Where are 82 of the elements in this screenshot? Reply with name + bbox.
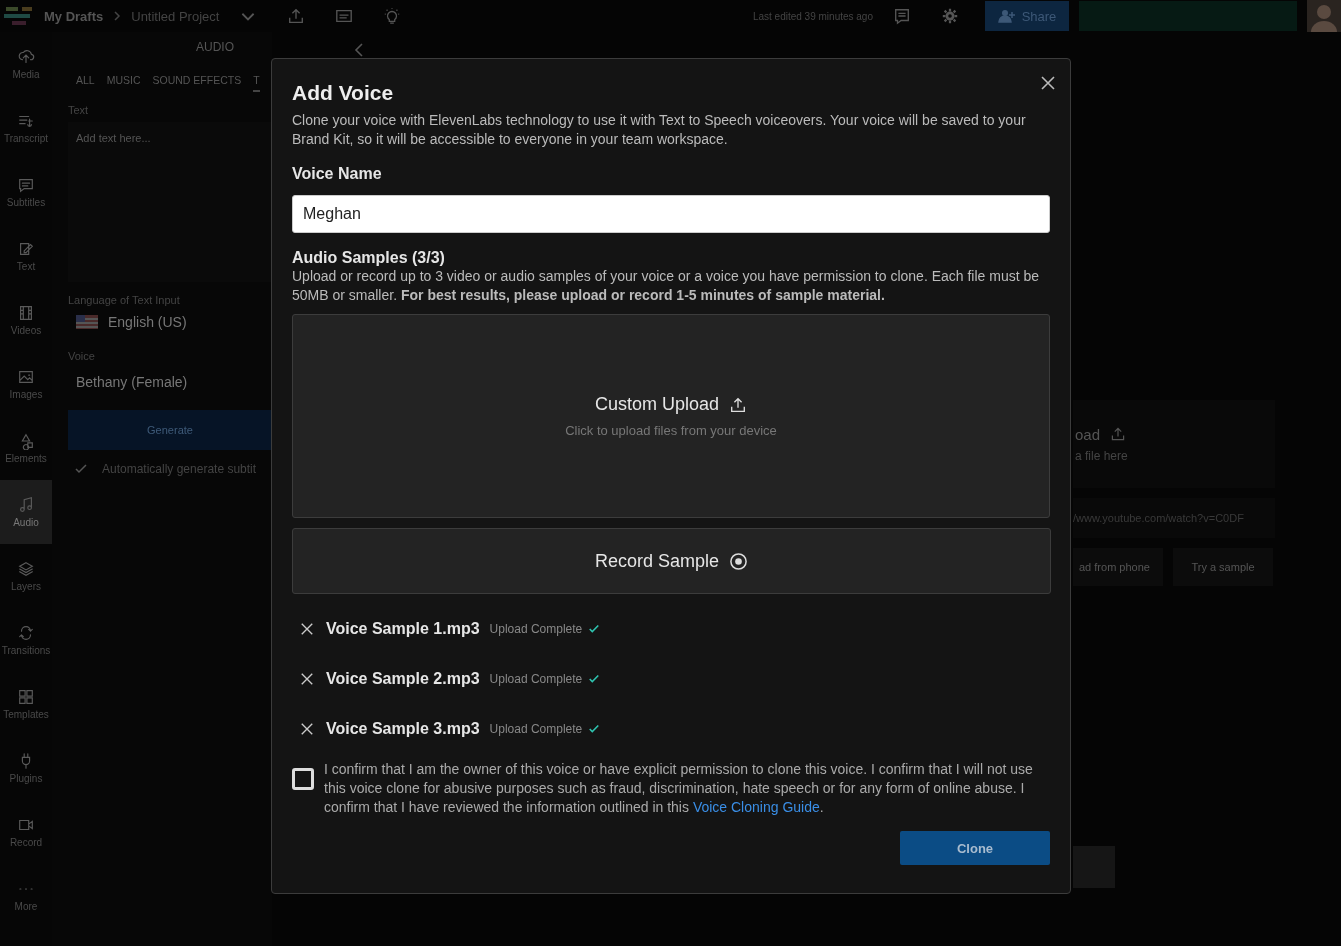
remove-icon[interactable] — [300, 672, 314, 686]
comments-icon[interactable] — [893, 7, 911, 25]
samples-description: Upload or record up to 3 video or audio samples of your voice or a voice you have permission to clone. Each file must be 50MB or smaller. For best results, please upload or record 1-5 minutes of sample material. — [292, 267, 1041, 305]
close-icon[interactable] — [1040, 75, 1056, 91]
section-label: Audio Samples (3/3) — [292, 249, 446, 267]
film-icon — [17, 304, 35, 322]
sidebar-item[interactable]: Elements — [0, 416, 52, 480]
remove-icon[interactable] — [300, 722, 314, 736]
canvas-button[interactable]: ad from phone — [1073, 548, 1163, 586]
voice-select[interactable]: Bethany (Female) — [68, 362, 272, 398]
upload-status: Upload Complete — [489, 722, 583, 736]
sidebar-item[interactable]: Media — [0, 32, 52, 96]
flag-icon — [76, 315, 98, 329]
upload-hint: a file here — [1075, 448, 1129, 463]
chevron-left-icon[interactable] — [354, 42, 364, 58]
layers-icon — [17, 560, 35, 578]
field-label: Voice — [68, 350, 96, 362]
upload-status: Upload Complete — [489, 672, 583, 686]
dialog-title: Add Voice — [292, 81, 395, 105]
tab[interactable]: MUSIC — [106, 74, 141, 92]
dialog-description: Clone your voice with ElevenLabs technology to use it with Text to Speech voiceovers. Your voice will be saved to your Brand Kit, so it will be accessible to everyone in your team workspace. — [292, 111, 1027, 149]
project-title[interactable]: Untitled Project — [131, 8, 220, 24]
upload-title: oad — [1075, 425, 1101, 443]
upload-icon[interactable] — [287, 7, 306, 25]
panel-title: AUDIO — [195, 40, 235, 56]
sample-file-name: Voice Sample 3.mp3 — [326, 720, 480, 738]
generate-button[interactable]: Generate — [68, 410, 272, 450]
language-select[interactable]: English (US) — [68, 306, 272, 338]
breadcrumb-link[interactable]: My Drafts — [44, 8, 104, 24]
image-icon — [17, 368, 35, 386]
field-label: Language of Text Input — [68, 294, 181, 306]
sidebar-item[interactable]: Audio — [0, 480, 52, 544]
sidebar-item[interactable]: Layers — [0, 544, 52, 608]
checkmark-icon[interactable] — [74, 462, 88, 476]
clone-button[interactable]: Clone — [900, 831, 1050, 865]
upload-icon — [1110, 426, 1127, 442]
remove-icon[interactable] — [300, 622, 314, 636]
sidebar-item[interactable]: Record — [0, 800, 52, 864]
chevron-right-icon — [113, 10, 122, 22]
grid-icon — [17, 688, 35, 706]
subtitles-icon[interactable] — [335, 7, 354, 25]
settings-icon[interactable] — [941, 7, 959, 25]
sidebar-item[interactable]: Text — [0, 224, 52, 288]
lightbulb-icon[interactable] — [383, 7, 402, 25]
upload-hint: Click to upload files from your device — [565, 423, 777, 438]
music-note-icon — [17, 496, 35, 514]
record-icon — [729, 551, 749, 571]
sample-file-name: Voice Sample 1.mp3 — [326, 620, 480, 638]
upload-icon — [729, 395, 748, 414]
sidebar-item[interactable]: Images — [0, 352, 52, 416]
sample-file-name: Voice Sample 2.mp3 — [326, 670, 480, 688]
field-label: Voice Name — [292, 165, 383, 183]
avatar-icon[interactable] — [1307, 0, 1341, 32]
cloud-upload-icon — [17, 48, 35, 66]
person-add-icon — [997, 9, 1016, 23]
app-logo[interactable] — [4, 5, 34, 27]
upload-status: Upload Complete — [489, 622, 583, 636]
canvas-button[interactable]: Try a sample — [1173, 548, 1273, 586]
pencil-icon — [17, 240, 35, 258]
consent-text: I confirm that I am the owner of this voice or have explicit permission to clone this voice. I confirm that I will not use this voice clone for abusive purposes such as fraud, discrimination, hate speech or for any form of online abuse. I confirm that I have reviewed the information outlined in this Voice Cloning Guide. — [324, 760, 1034, 817]
tab[interactable]: ALL — [76, 74, 95, 92]
record-sample-button[interactable]: Record Sample — [292, 528, 1051, 594]
checkbox-label: Automatically generate subtit — [102, 462, 257, 476]
voice-name-field[interactable]: Meghan — [292, 195, 1050, 233]
tab[interactable]: SOUND EFFECTS — [152, 74, 242, 92]
speech-bubble-icon — [17, 176, 35, 194]
sidebar-item[interactable]: Plugins — [0, 736, 52, 800]
sidebar-item[interactable]: Transitions — [0, 608, 52, 672]
upload-card[interactable]: oad a file here — [1073, 400, 1275, 488]
sidebar-item[interactable]: Templates — [0, 672, 52, 736]
sidebar-item[interactable]: More — [0, 864, 52, 928]
field-label: Text — [68, 104, 90, 116]
tab[interactable]: T — [253, 74, 260, 92]
last-edited-text: Last edited 39 minutes ago — [752, 10, 873, 22]
sidebar-item[interactable]: Transcript — [0, 96, 52, 160]
cycle-arrows-icon — [17, 624, 35, 642]
sidebar-item[interactable]: Subtitles — [0, 160, 52, 224]
upload-area[interactable]: Custom Upload Click to upload files from your device — [292, 314, 1050, 518]
guide-link[interactable]: Voice Cloning Guide — [692, 799, 820, 815]
consent-checkbox[interactable] — [292, 768, 314, 790]
upload-title: Custom Upload — [594, 394, 720, 415]
sidebar-item[interactable]: Videos — [0, 288, 52, 352]
